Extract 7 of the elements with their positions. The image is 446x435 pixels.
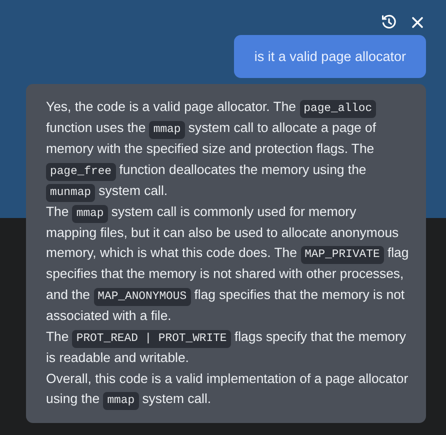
history-icon[interactable] <box>381 14 397 30</box>
response-paragraph: Yes, the code is a valid page allocator. The page_alloc function uses the mmap system call to allocate a page of memory with the specified size and protection flags. The page_free function deallocates the memory using the munmap system call. <box>46 97 410 202</box>
close-icon[interactable] <box>411 16 424 28</box>
response-paragraph: The PROT_READ | PROT_WRITE flags specify that the memory is readable and writable. <box>46 328 407 367</box>
response-paragraph: The mmap system call is commonly used for memory mapping files, but it can also be used to allocate anonymous memory, which is what this code does. The MAP_PRIVATE flag specifies that the memory is not shared with other processes, and the MAP_ANONYMOUS flag specifies that the memory is not associated with a file. <box>46 202 410 326</box>
response-paragraph: Overall, this code is a valid implementation of a page allocator using the mmap system call. <box>46 368 410 410</box>
user-message: is it a valid page allocator <box>234 35 426 78</box>
